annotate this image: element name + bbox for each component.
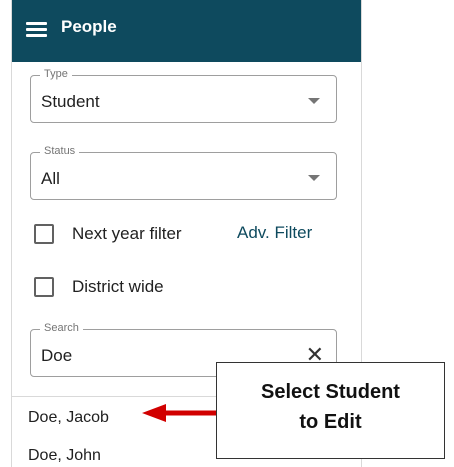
- callout-line-2: to Edit: [299, 411, 362, 433]
- callout-box: Select Student to Edit: [216, 362, 445, 459]
- callout-line-1: Select Student: [261, 381, 400, 403]
